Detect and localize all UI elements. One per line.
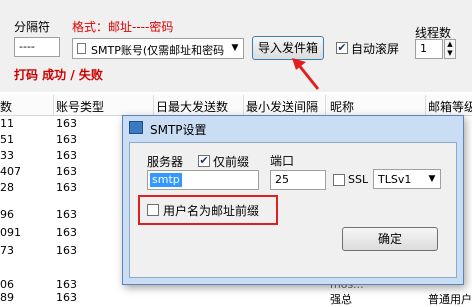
header-daily-max[interactable]: 日最大发送数 — [156, 98, 228, 115]
smtp-settings-dialog: SMTP设置 服务器 ✔ 仅前缀 端口 smtp 25 SSL TLSv1 ▼ … — [122, 115, 464, 285]
dialog-title: SMTP设置 — [150, 123, 207, 137]
account-type-select[interactable]: SMTP账号(仅需邮址和密码 ▼ — [72, 38, 244, 59]
header-nickname[interactable]: 昵称 — [330, 98, 354, 115]
separator-label: 分隔符 — [14, 20, 51, 34]
header-min-interval[interactable]: 最小发送间隔 — [246, 98, 318, 115]
ssl-checkbox[interactable] — [333, 174, 345, 186]
format-hint: 格式：邮址----密码 — [72, 20, 174, 34]
port-input[interactable]: 25 — [270, 170, 326, 190]
ok-button[interactable]: 确定 — [342, 227, 438, 251]
port-label: 端口 — [270, 154, 295, 168]
server-value: smtp — [150, 173, 182, 187]
table-row[interactable]: 89 163 强总 普通用户 — [0, 290, 472, 306]
threads-spinner[interactable]: ▲ ▼ — [444, 39, 456, 59]
auto-scroll-label: 自动滚屏 — [351, 42, 400, 56]
prefix-only-label: 仅前缀 — [213, 155, 250, 169]
auto-scroll-checkbox[interactable]: ✔ — [336, 42, 348, 54]
red-arrow-annotation — [292, 58, 320, 90]
table-header: 数 账号类型 日最大发送数 最小发送间隔 昵称 邮箱等级 — [0, 95, 472, 116]
account-type-value: SMTP账号(仅需邮址和密码 — [91, 44, 225, 57]
tls-version-value: TLSv1 — [378, 173, 412, 186]
prefix-only-checkbox[interactable]: ✔ — [198, 155, 210, 167]
server-label: 服务器 — [147, 155, 184, 169]
header-account-type[interactable]: 账号类型 — [56, 98, 104, 115]
username-prefix-checkbox[interactable] — [147, 204, 159, 216]
header-mailbox-level[interactable]: 邮箱等级 — [428, 98, 472, 115]
header-count[interactable]: 数 — [0, 98, 12, 115]
captcha-status: 打码 成功 / 失败 — [14, 68, 103, 82]
chevron-down-icon: ▼ — [227, 39, 243, 58]
separator-input[interactable]: ---- — [14, 37, 60, 57]
tls-version-select[interactable]: TLSv1 ▼ — [373, 169, 441, 189]
server-input[interactable]: smtp — [147, 170, 259, 190]
document-icon — [77, 43, 86, 54]
threads-input[interactable]: 1 — [415, 39, 443, 59]
chevron-down-icon: ▼ — [428, 174, 436, 184]
ssl-label: SSL — [348, 173, 369, 186]
window-icon — [129, 121, 143, 134]
dialog-body: 服务器 ✔ 仅前缀 端口 smtp 25 SSL TLSv1 ▼ 用户名为邮址前… — [129, 142, 457, 278]
username-prefix-label: 用户名为邮址前缀 — [163, 204, 260, 218]
